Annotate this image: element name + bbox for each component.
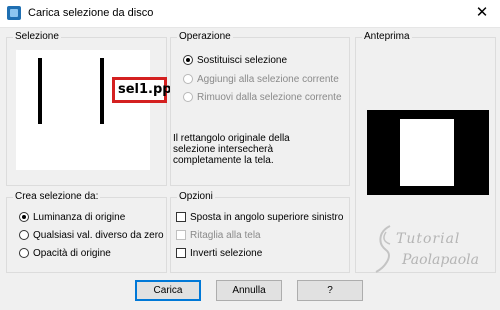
checkbox[interactable] <box>176 248 186 258</box>
radio-sostituisci[interactable]: Sostituisci selezione <box>183 54 287 68</box>
window-title: Carica selezione da disco <box>28 7 154 19</box>
file-name-label: sel1.pp <box>112 77 172 103</box>
checkbox[interactable] <box>176 230 186 240</box>
radio-opacita[interactable]: Opacità di origine <box>19 247 111 261</box>
radio-button[interactable] <box>19 230 29 240</box>
info-line: completamente la tela. <box>173 155 274 166</box>
preview-canvas <box>367 110 489 195</box>
radio-qualsiasi[interactable]: Qualsiasi val. diverso da zero <box>19 229 164 243</box>
radio-label: Luminanza di origine <box>33 212 126 223</box>
checkbox-ritaglia[interactable]: Ritaglia alla tela <box>176 229 261 243</box>
annulla-button[interactable]: Annulla <box>216 280 282 301</box>
info-line: Il rettangolo originale della <box>173 133 290 144</box>
radio-label: Aggiungi alla selezione corrente <box>197 74 339 85</box>
radio-aggiungi[interactable]: Aggiungi alla selezione corrente <box>183 73 339 87</box>
radio-luminanza[interactable]: Luminanza di origine <box>19 211 125 225</box>
radio-label: Sostituisci selezione <box>197 55 288 66</box>
checkbox-label: Inverti selezione <box>190 248 263 259</box>
title-bar: Carica selezione da disco ✕ <box>0 0 500 28</box>
anteprima-title: Anteprima <box>362 31 412 42</box>
app-icon <box>7 6 21 20</box>
checkbox-label: Ritaglia alla tela <box>190 230 261 241</box>
preview-selection-shape <box>400 119 454 186</box>
operazione-title: Operazione <box>177 31 233 42</box>
radio-rimuovi[interactable]: Rimuovi dalla selezione corrente <box>183 91 342 105</box>
help-button[interactable]: ? <box>297 280 363 301</box>
opzioni-title: Opzioni <box>177 191 215 202</box>
checkbox-label: Sposta in angolo superiore sinistro <box>190 212 344 223</box>
selection-bar-left <box>38 58 42 124</box>
radio-label: Rimuovi dalla selezione corrente <box>197 92 342 103</box>
checkbox-inverti[interactable]: Inverti selezione <box>176 247 262 261</box>
radio-button[interactable] <box>183 92 193 102</box>
selection-thumbnail <box>16 50 150 170</box>
operation-info-text: Il rettangolo originale della selezione … <box>173 133 343 166</box>
radio-button[interactable] <box>19 212 29 222</box>
radio-label: Qualsiasi val. diverso da zero <box>33 230 164 241</box>
checkbox-sposta[interactable]: Sposta in angolo superiore sinistro <box>176 211 343 225</box>
info-line: selezione intersecherà <box>173 144 274 155</box>
selection-bar-right <box>100 58 104 124</box>
close-icon[interactable]: ✕ <box>470 3 494 23</box>
checkbox[interactable] <box>176 212 186 222</box>
selezione-title: Selezione <box>13 31 61 42</box>
carica-button[interactable]: Carica <box>135 280 201 301</box>
crea-selezione-title: Crea selezione da: <box>13 191 101 202</box>
radio-button[interactable] <box>183 55 193 65</box>
radio-button[interactable] <box>19 248 29 258</box>
radio-button[interactable] <box>183 74 193 84</box>
radio-label: Opacità di origine <box>33 248 111 259</box>
